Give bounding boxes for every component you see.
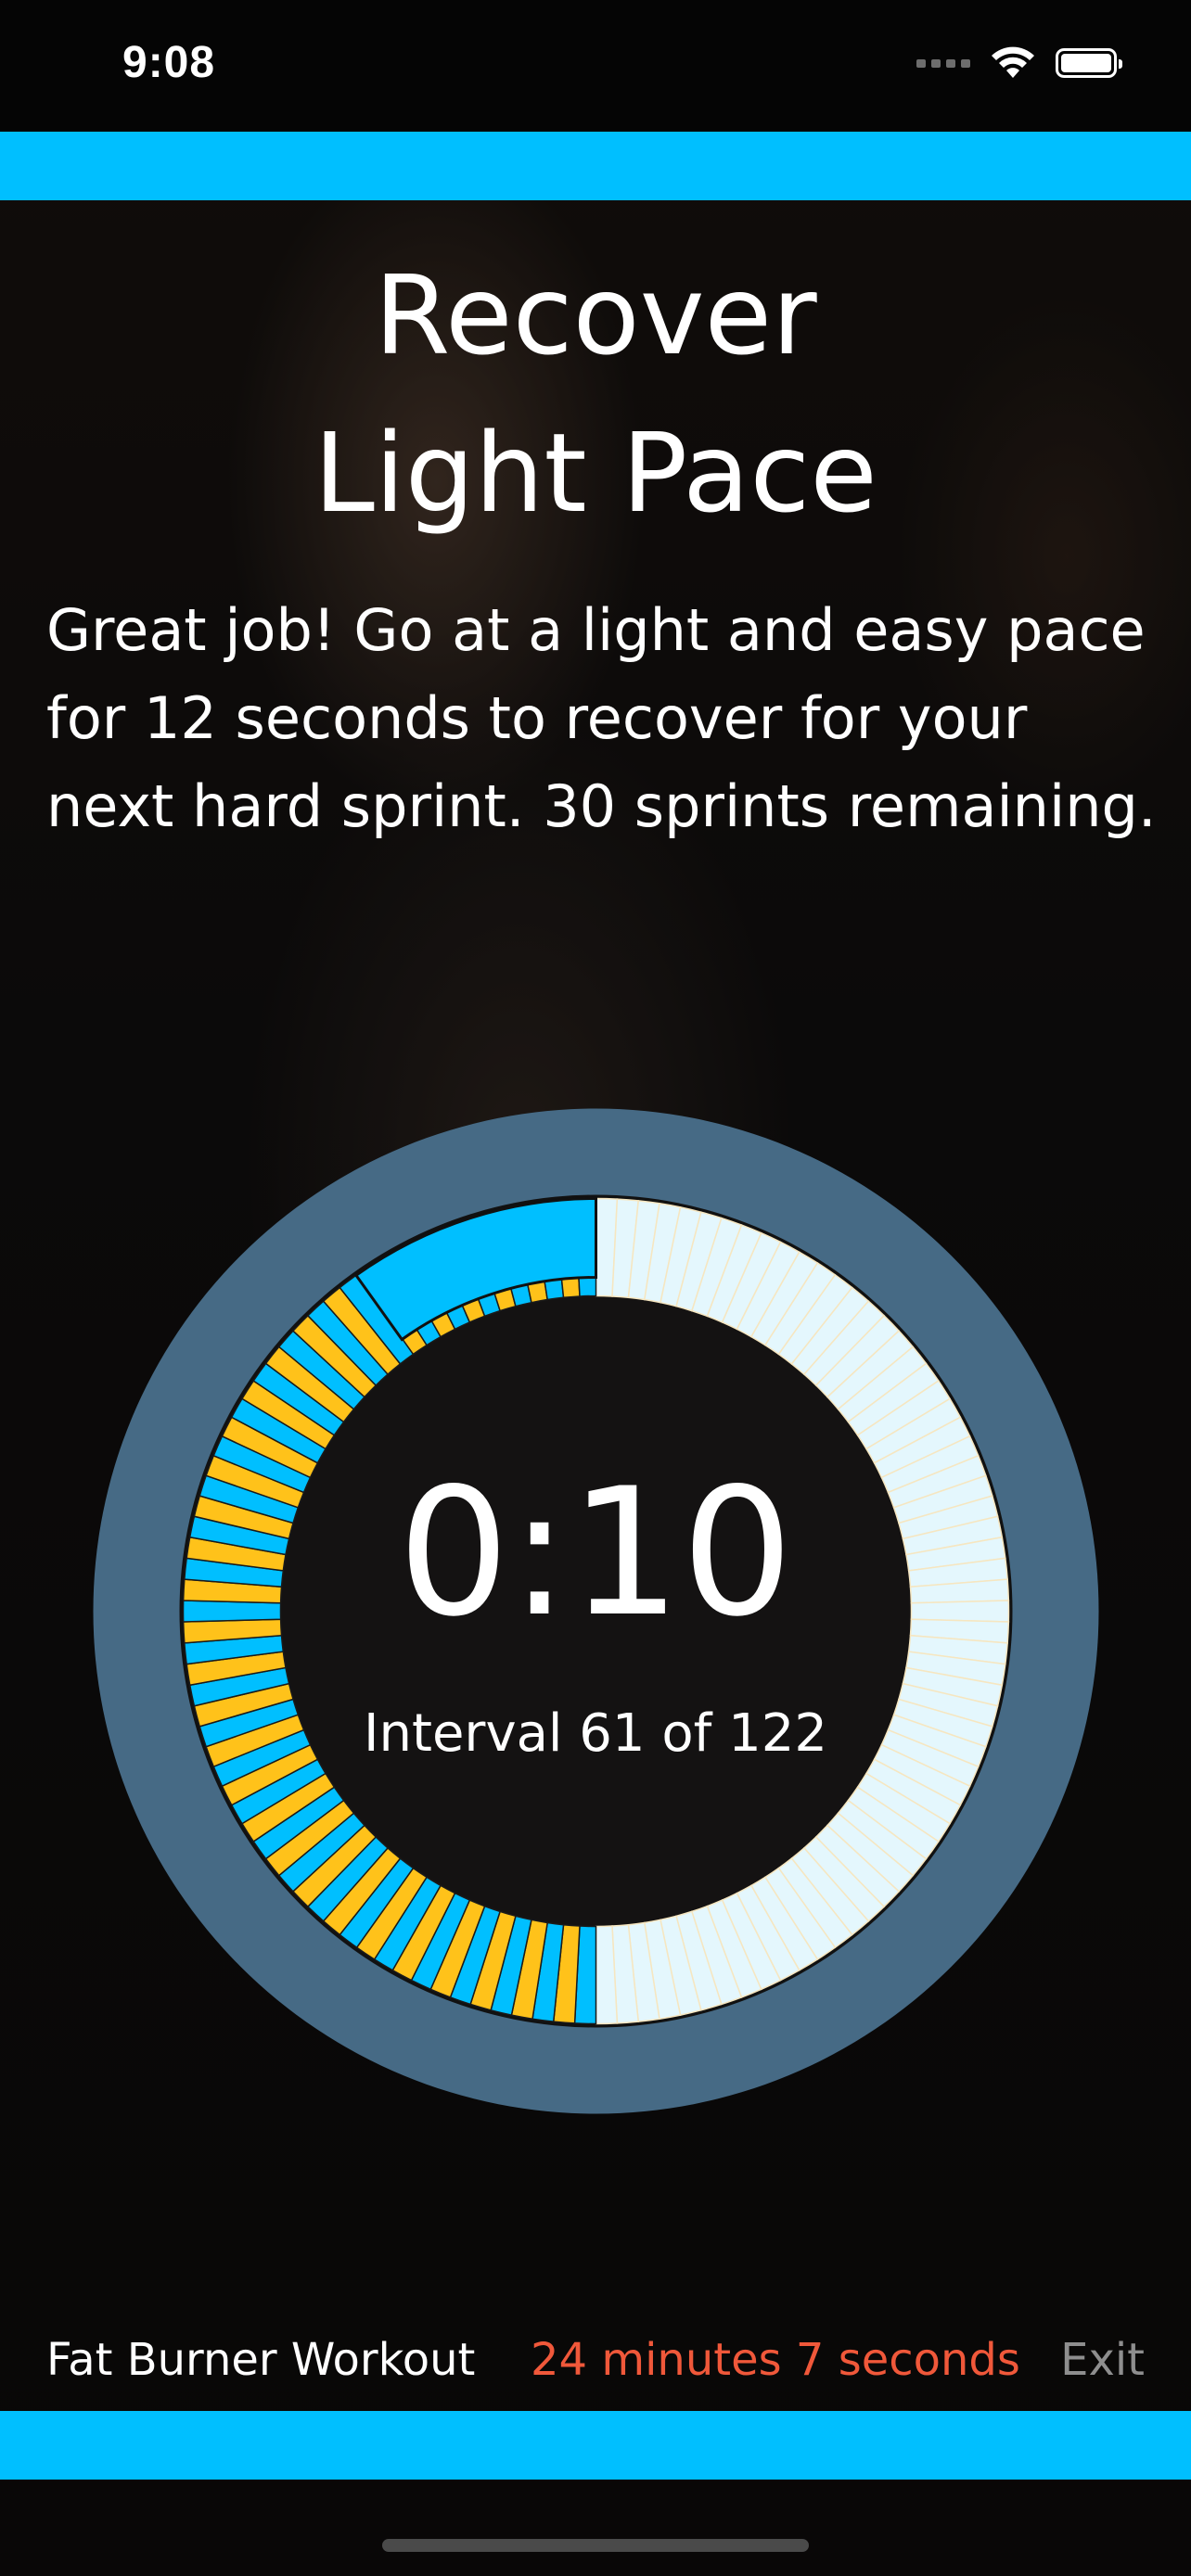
cellular-signal-icon: [916, 58, 970, 68]
phase-message-line1: Great job! Go at a light and easy pace: [46, 596, 1146, 664]
phase-title-line1: Recover: [374, 251, 817, 379]
phase-message-line2: for 12 seconds to recover for your: [46, 684, 1028, 752]
phase-title-line2: Light Pace: [314, 409, 877, 537]
interval-counter: Interval 61 of 122: [364, 1703, 827, 1764]
status-bar: 9:08: [0, 0, 1191, 132]
workout-name: Fat Burner Workout: [46, 2334, 476, 2386]
battery-icon: [1056, 48, 1122, 78]
workout-screen: 9:08 Recover Light Pace Great job! Go at…: [0, 0, 1191, 2576]
phase-title: Recover Light Pace: [0, 236, 1191, 552]
phase-message-line3: next hard sprint. 30 sprints remaining.: [46, 772, 1157, 840]
wifi-icon: [992, 46, 1034, 78]
status-icons: [916, 46, 1122, 80]
exit-button[interactable]: Exit: [1060, 2332, 1145, 2388]
status-time: 9:08: [122, 38, 216, 87]
top-accent-bar: [0, 132, 1191, 200]
countdown-timer: 0:10: [397, 1450, 794, 1655]
time-remaining: 24 minutes 7 seconds: [531, 2334, 1020, 2386]
phase-message: Great job! Go at a light and easy pace f…: [46, 586, 1159, 850]
bottom-accent-bar: [0, 2411, 1191, 2480]
home-indicator: [382, 2539, 809, 2552]
